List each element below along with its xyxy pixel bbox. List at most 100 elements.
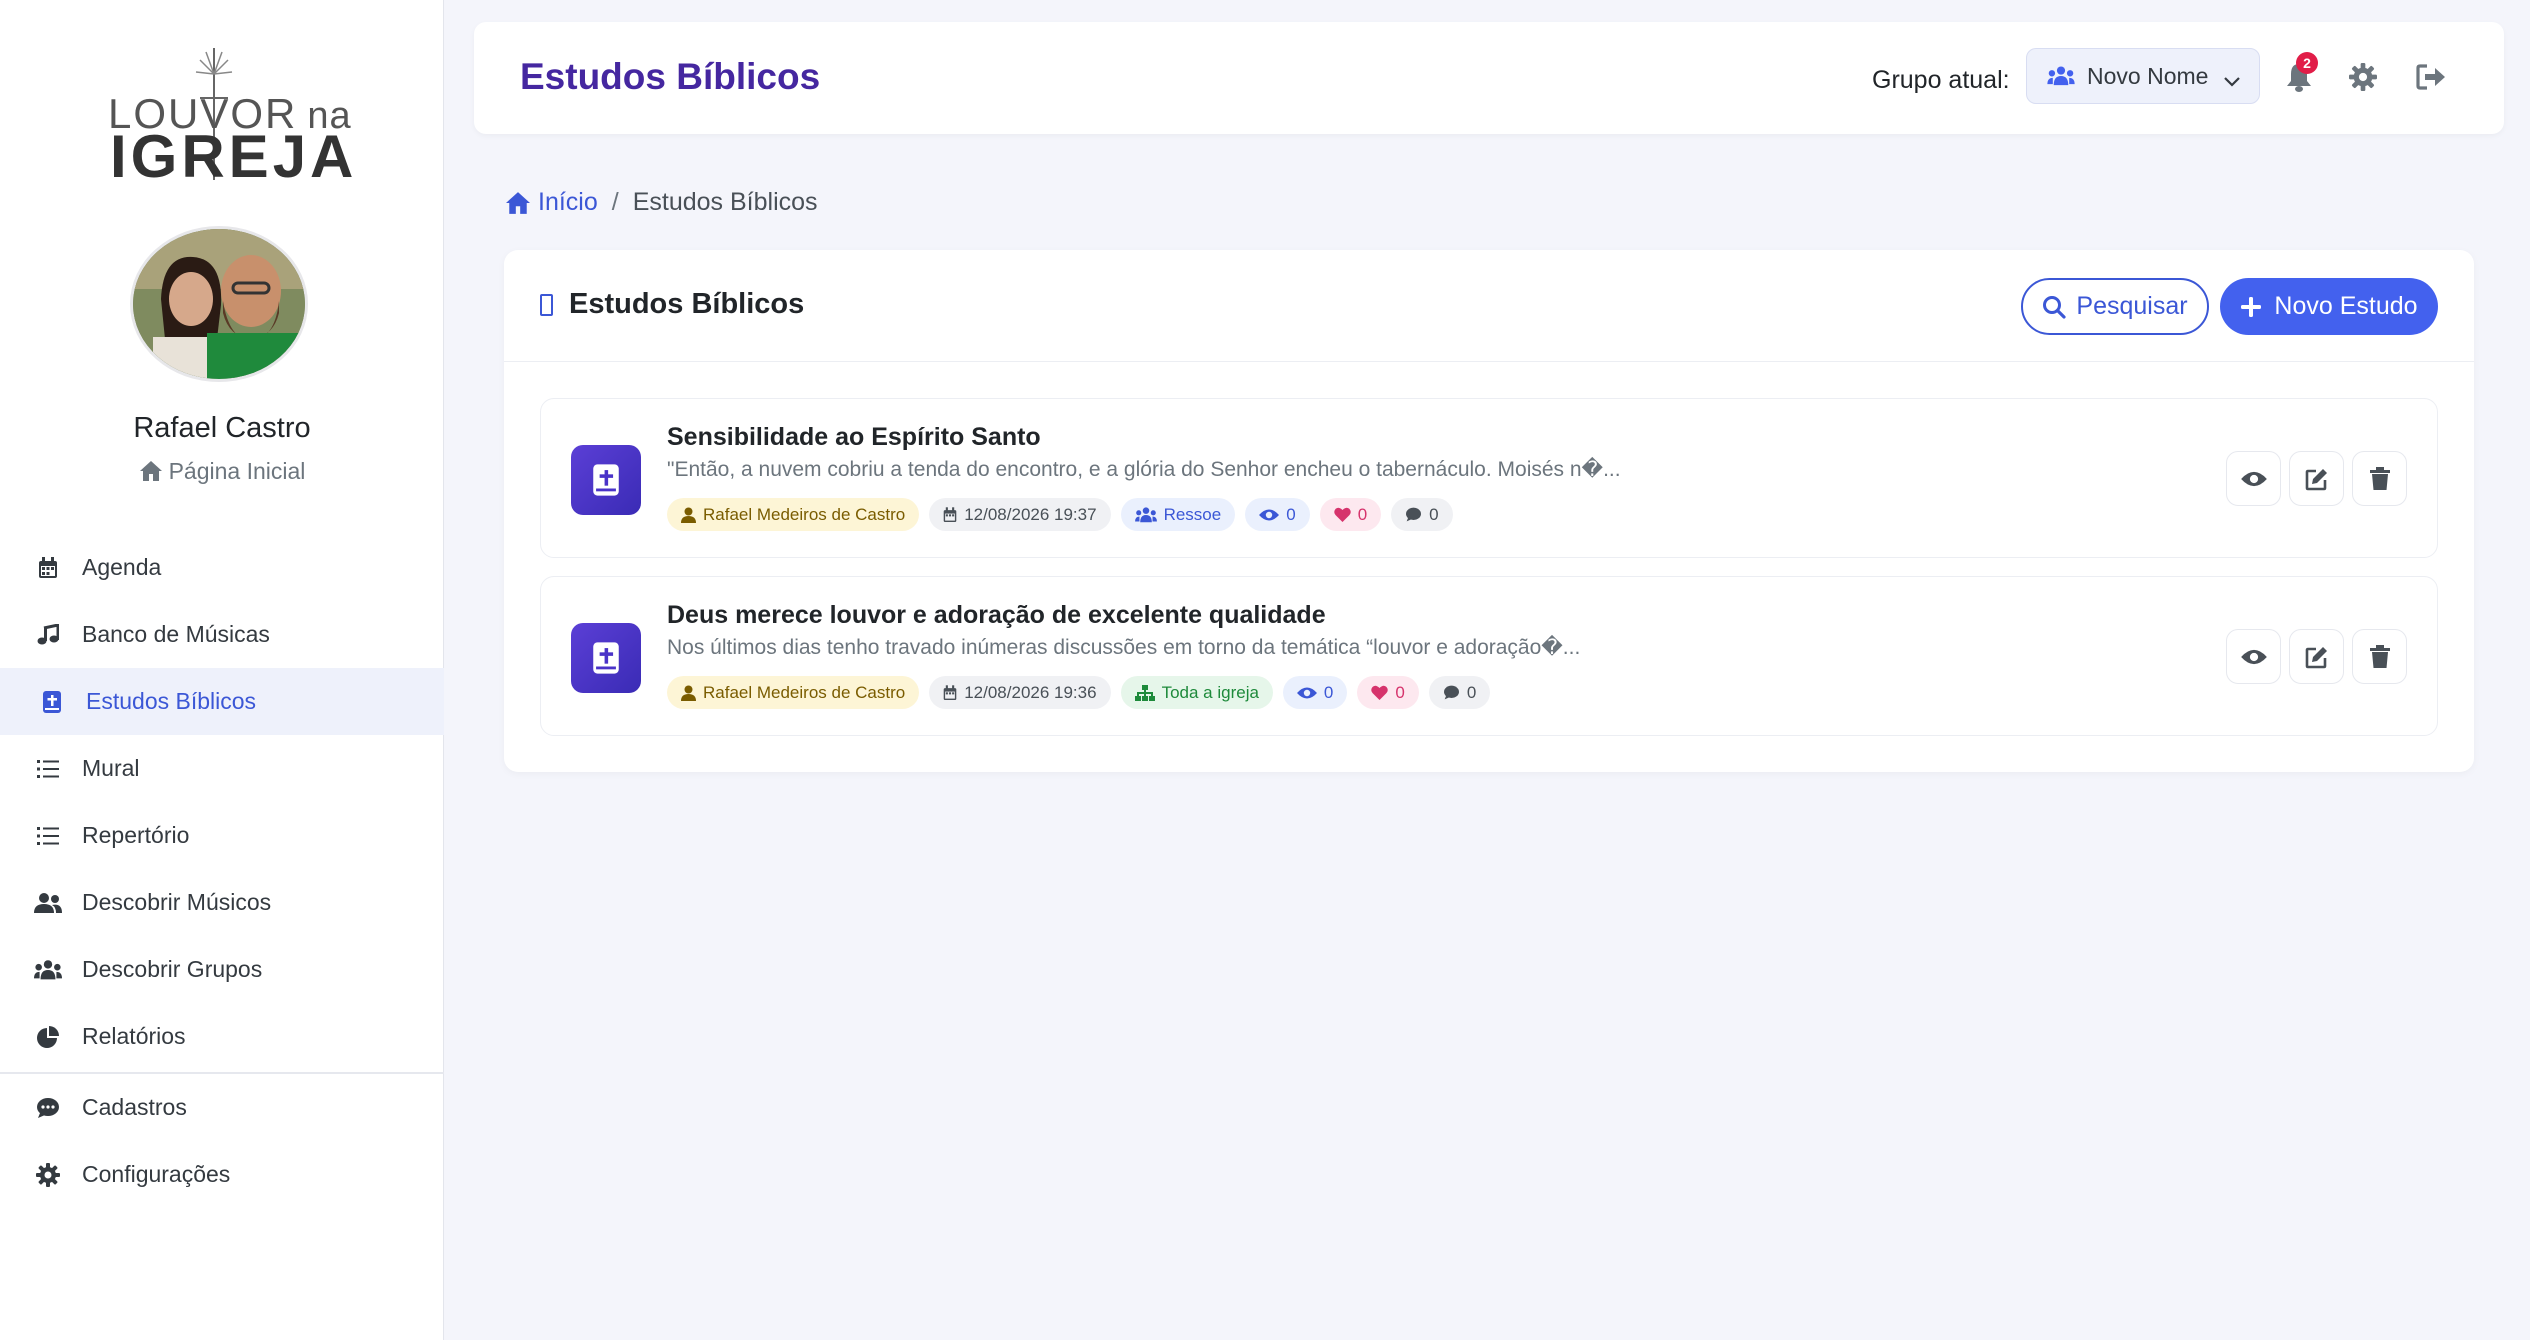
pie-chart-icon [34, 1023, 62, 1051]
study-tags: Rafael Medeiros de Castro 12/08/2026 19:… [667, 498, 1453, 531]
gear-icon [34, 1161, 62, 1189]
sidebar-item-agenda[interactable]: Agenda [0, 534, 444, 601]
edit-icon [2305, 468, 2327, 490]
study-item[interactable]: Deus merece louvor e adoração de excelen… [540, 576, 2438, 736]
search-button-label: Pesquisar [2076, 292, 2188, 320]
avatar[interactable] [130, 226, 308, 382]
likes-count: 0 [1357, 504, 1368, 524]
comments-count: 0 [1466, 682, 1477, 702]
study-title[interactable]: Deus merece louvor e adoração de excelen… [667, 601, 1326, 630]
users-group-icon [34, 956, 62, 984]
list-icon [34, 755, 62, 783]
breadcrumb-home-link[interactable]: Início [504, 188, 598, 217]
breadcrumb-home-label: Início [538, 188, 598, 216]
sidebar-item-label: Configurações [82, 1161, 231, 1187]
sidebar-item-descobrir-musicos[interactable]: Descobrir Músicos [0, 869, 444, 936]
sitemap-icon [1134, 684, 1155, 701]
sidebar-item-banco-musicas[interactable]: Banco de Músicas [0, 601, 444, 668]
delete-button[interactable] [2352, 629, 2407, 684]
breadcrumb: Início / Estudos Bíblicos [504, 188, 818, 217]
book-icon [540, 293, 553, 316]
comments-tag: 0 [1391, 498, 1453, 531]
chevron-down-icon [2223, 67, 2241, 94]
author-tag: Rafael Medeiros de Castro [667, 498, 920, 531]
home-link[interactable]: Página Inicial [0, 458, 444, 488]
breadcrumb-separator: / [611, 188, 619, 216]
sidebar-item-label: Mural [82, 755, 140, 781]
sidebar-item-label: Estudos Bíblicos [86, 688, 257, 714]
group-label: Grupo atual: [1872, 66, 2010, 94]
date-tag: 12/08/2026 19:36 [929, 676, 1111, 709]
plus-icon [2240, 296, 2262, 318]
card-header: Estudos Bíblicos Pesquisar Novo Estudo [504, 250, 2474, 362]
user-icon [681, 507, 696, 523]
sidebar-item-label: Repertório [82, 822, 190, 848]
sidebar-item-relatorios[interactable]: Relatórios [0, 1003, 444, 1070]
bible-icon [38, 688, 66, 716]
settings-button[interactable] [2346, 60, 2380, 94]
group-select[interactable]: Novo Nome [2026, 48, 2260, 104]
edit-button[interactable] [2289, 629, 2344, 684]
comment-icon [1443, 685, 1460, 700]
study-excerpt: Nos últimos dias tenho travado inúmeras … [667, 636, 1581, 659]
edit-button[interactable] [2289, 451, 2344, 506]
new-study-button[interactable]: Novo Estudo [2220, 278, 2438, 335]
user-icon [681, 685, 696, 701]
calendar-icon [943, 684, 957, 701]
sidebar-item-cadastros[interactable]: Cadastros [0, 1074, 444, 1141]
delete-button[interactable] [2352, 451, 2407, 506]
heart-icon [1371, 685, 1389, 700]
home-link-label: Página Inicial [168, 458, 306, 484]
eye-icon [2240, 471, 2267, 486]
sidebar-item-configuracoes[interactable]: Configurações [0, 1141, 444, 1208]
study-item[interactable]: Sensibilidade ao Espírito Santo "Então, … [540, 398, 2438, 558]
brand-logo[interactable]: LOUVOR na IGREJA [100, 44, 353, 190]
audience-label: Toda a igreja [1161, 682, 1259, 702]
sidebar-nav: Agenda Banco de Músicas Estudos Bíblicos… [0, 534, 444, 1208]
edit-icon [2305, 646, 2327, 668]
study-title[interactable]: Sensibilidade ao Espírito Santo [667, 423, 1041, 452]
sidebar: LOUVOR na IGREJA Rafael Castro Página Ini… [0, 0, 444, 1340]
top-header: Estudos Bíblicos Grupo atual: Novo Nome … [474, 22, 2504, 134]
sidebar-item-label: Descobrir Músicos [82, 889, 272, 915]
audience-tag: Ressoe [1120, 498, 1236, 531]
audience-label: Ressoe [1163, 504, 1222, 524]
views-count: 0 [1323, 682, 1334, 702]
likes-tag: 0 [1357, 676, 1419, 709]
sidebar-item-label: Agenda [82, 554, 162, 580]
page-title: Estudos Bíblicos [520, 56, 821, 97]
comments-tag: 0 [1428, 676, 1491, 709]
eye-icon [2240, 649, 2267, 664]
users-group-icon [1134, 506, 1157, 523]
sidebar-item-mural[interactable]: Mural [0, 735, 444, 802]
likes-tag: 0 [1319, 498, 1382, 531]
music-icon [34, 621, 62, 649]
gear-icon [2349, 63, 2377, 91]
study-actions [2226, 451, 2407, 506]
bible-icon [571, 623, 641, 693]
users-group-icon [2047, 66, 2075, 86]
view-button[interactable] [2226, 629, 2281, 684]
study-date: 12/08/2026 19:36 [964, 682, 1097, 702]
card-title: Estudos Bíblicos [569, 288, 805, 320]
list-icon [34, 822, 62, 850]
search-button[interactable]: Pesquisar [2021, 278, 2209, 335]
sidebar-item-descobrir-grupos[interactable]: Descobrir Grupos [0, 936, 444, 1003]
sidebar-item-label: Banco de Músicas [82, 621, 270, 647]
view-button[interactable] [2226, 451, 2281, 506]
sidebar-item-estudos-biblicos[interactable]: Estudos Bíblicos [0, 668, 444, 735]
logo-line2: IGREJA [110, 123, 358, 190]
notifications-badge: 2 [2296, 52, 2318, 74]
views-tag: 0 [1245, 498, 1310, 531]
logout-button[interactable] [2414, 60, 2448, 94]
logout-icon [2416, 64, 2445, 90]
breadcrumb-current: Estudos Bíblicos [632, 188, 818, 216]
eye-icon [1296, 686, 1317, 700]
sidebar-item-label: Relatórios [82, 1023, 186, 1049]
users-icon [34, 889, 62, 917]
trash-icon [2369, 644, 2390, 668]
study-excerpt: "Então, a nuvem cobriu a tenda do encont… [667, 458, 1621, 481]
author-tag: Rafael Medeiros de Castro [667, 676, 920, 709]
new-study-button-label: Novo Estudo [2274, 292, 2418, 320]
sidebar-item-repertorio[interactable]: Repertório [0, 802, 444, 869]
